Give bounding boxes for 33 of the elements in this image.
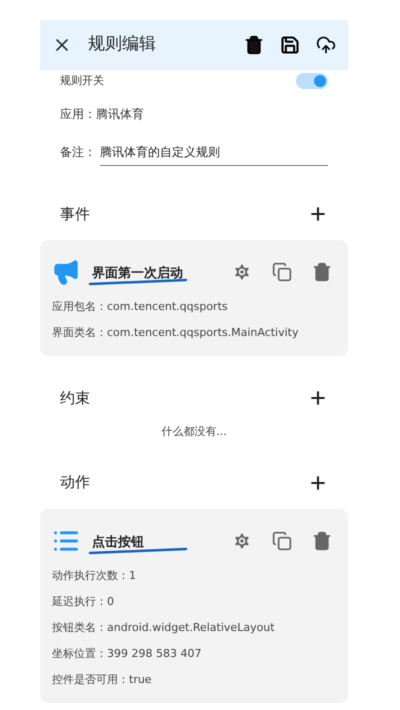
note-label: 备注： xyxy=(60,144,96,161)
section-title: 动作 xyxy=(60,472,90,494)
section-title: 事件 xyxy=(60,204,90,225)
detail-text: 界面类名：com.tencent.qqsports.MainActivity xyxy=(52,325,300,341)
copy-icon xyxy=(272,262,292,282)
app-value: 腾讯体育 xyxy=(96,106,144,123)
detail-text: 按钮类名：android.widget.RelativeLayout xyxy=(52,620,276,636)
copy-icon xyxy=(272,530,292,550)
empty-text: 什么都没有... xyxy=(161,424,227,440)
gear-icon xyxy=(232,530,252,550)
section-title: 约束 xyxy=(60,388,90,409)
card-title: 点击按钮 xyxy=(92,534,144,550)
app-label: 应用： xyxy=(60,106,96,123)
card-title: 界面第一次启动 xyxy=(92,266,183,281)
detail-text: 延迟执行：0 xyxy=(52,594,115,610)
add-button[interactable] xyxy=(308,204,328,224)
delete-button[interactable] xyxy=(244,35,264,55)
save-button[interactable] xyxy=(280,35,300,55)
trash-icon xyxy=(312,530,332,550)
note-field[interactable]: 腾讯体育的自定义规则 xyxy=(100,138,328,166)
upload-button[interactable] xyxy=(316,35,336,55)
detail-text: 坐标位置：399 298 583 407 xyxy=(52,646,202,662)
add-button[interactable] xyxy=(308,388,328,408)
switch-label: 规则开关 xyxy=(60,72,104,89)
gear-icon xyxy=(232,262,252,282)
window-title: 规则编辑 xyxy=(88,33,157,56)
detail-text: 动作执行次数：1 xyxy=(52,568,137,584)
detail-text: 控件是否可用：true xyxy=(52,672,153,688)
rule-switch[interactable] xyxy=(296,73,328,89)
megaphone-icon xyxy=(52,258,80,286)
save-icon xyxy=(280,35,300,55)
trash-icon xyxy=(312,262,332,282)
detail-text: 应用包名：com.tencent.qqsports xyxy=(52,299,229,315)
